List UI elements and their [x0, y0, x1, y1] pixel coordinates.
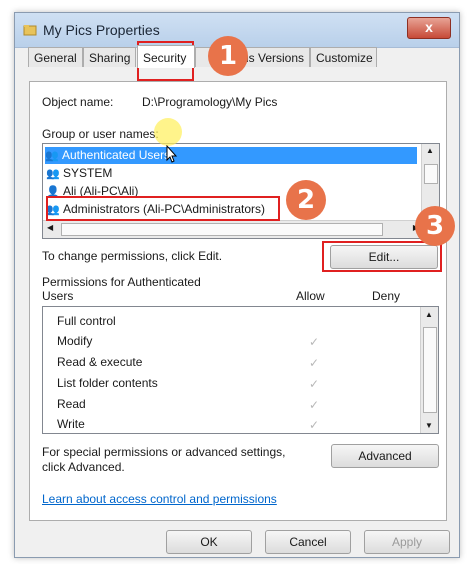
- permission-row: Read & execute: [57, 352, 142, 372]
- scroll-down-icon[interactable]: ▼: [425, 421, 433, 430]
- permission-label: Write: [57, 417, 85, 431]
- step-2-badge: 2: [286, 180, 326, 220]
- object-name-label: Object name:: [42, 95, 114, 109]
- scroll-thumb[interactable]: [61, 223, 383, 236]
- special-permissions-text: For special permissions or advanced sett…: [42, 445, 286, 459]
- scroll-up-icon[interactable]: ▲: [425, 310, 433, 319]
- list-item[interactable]: 👥 Authenticated Users: [45, 147, 417, 164]
- window-title: My Pics Properties: [43, 22, 160, 38]
- permission-label: Read & execute: [57, 355, 143, 369]
- group-list-label: Group or user names:: [42, 127, 159, 141]
- change-permissions-text: To change permissions, click Edit.: [42, 249, 223, 263]
- folder-icon: [23, 25, 37, 36]
- tab-general[interactable]: General: [28, 47, 83, 67]
- cursor-highlight: [154, 118, 182, 146]
- allow-check-icon: ✓: [309, 398, 320, 412]
- close-button[interactable]: x: [407, 17, 451, 39]
- learn-access-control-link[interactable]: Learn about access control and permissio…: [42, 492, 277, 506]
- permission-label: Full control: [57, 314, 116, 328]
- step-1-badge: 1: [208, 36, 248, 76]
- object-name-value: D:\Programology\My Pics: [142, 95, 278, 109]
- allow-header: Allow: [296, 289, 325, 303]
- permission-row: Write: [57, 414, 85, 433]
- permission-label: List folder contents: [57, 376, 158, 390]
- list-item[interactable]: 👥 SYSTEM: [46, 165, 112, 182]
- tab-sharing[interactable]: Sharing: [83, 47, 136, 67]
- cancel-button[interactable]: Cancel: [265, 530, 351, 554]
- permission-row: Full control: [57, 311, 116, 331]
- permission-row: Modify: [57, 331, 92, 351]
- special-permissions-text-2: click Advanced.: [42, 460, 125, 474]
- allow-check-icon: ✓: [309, 335, 320, 349]
- list-horizontal-scrollbar[interactable]: ◀ ▶: [43, 220, 439, 238]
- allow-check-icon: ✓: [309, 356, 320, 370]
- annotation-box-administrators: [46, 196, 280, 221]
- apply-button[interactable]: Apply: [364, 530, 450, 554]
- deny-header: Deny: [372, 289, 401, 303]
- list-item-label: SYSTEM: [63, 166, 113, 180]
- permissions-title-user: Users: [42, 289, 74, 303]
- tab-customize[interactable]: Customize: [310, 47, 377, 67]
- annotation-box-edit: [322, 241, 442, 272]
- scroll-up-icon[interactable]: ▲: [426, 146, 434, 155]
- tab-security[interactable]: Security: [137, 45, 195, 68]
- scroll-thumb[interactable]: [423, 327, 437, 413]
- mouse-pointer-icon: [166, 145, 178, 163]
- group-list[interactable]: 👥 Authenticated Users 👥 SYSTEM 👤 Ali (Ali-P…: [42, 143, 440, 239]
- permission-row: List folder contents: [57, 373, 158, 393]
- permissions-list: Full control Modify Read & execute List …: [42, 306, 439, 434]
- permission-row: Read: [57, 394, 86, 414]
- list-item-label: Authenticated Users: [62, 148, 171, 162]
- permission-label: Modify: [57, 334, 93, 348]
- step-3-badge: 3: [415, 206, 455, 246]
- permissions-title: Permissions for Authenticated: [42, 275, 201, 289]
- scroll-left-icon[interactable]: ◀: [47, 223, 53, 232]
- users-icon: 👥: [45, 150, 59, 162]
- allow-check-icon: ✓: [309, 418, 320, 432]
- scroll-thumb[interactable]: [424, 164, 438, 184]
- users-icon: 👥: [46, 168, 60, 180]
- ok-button[interactable]: OK: [166, 530, 252, 554]
- permissions-scrollbar[interactable]: ▲ ▼: [420, 307, 438, 433]
- permission-label: Read: [57, 397, 86, 411]
- allow-check-icon: ✓: [309, 377, 320, 391]
- advanced-button[interactable]: Advanced: [331, 444, 439, 468]
